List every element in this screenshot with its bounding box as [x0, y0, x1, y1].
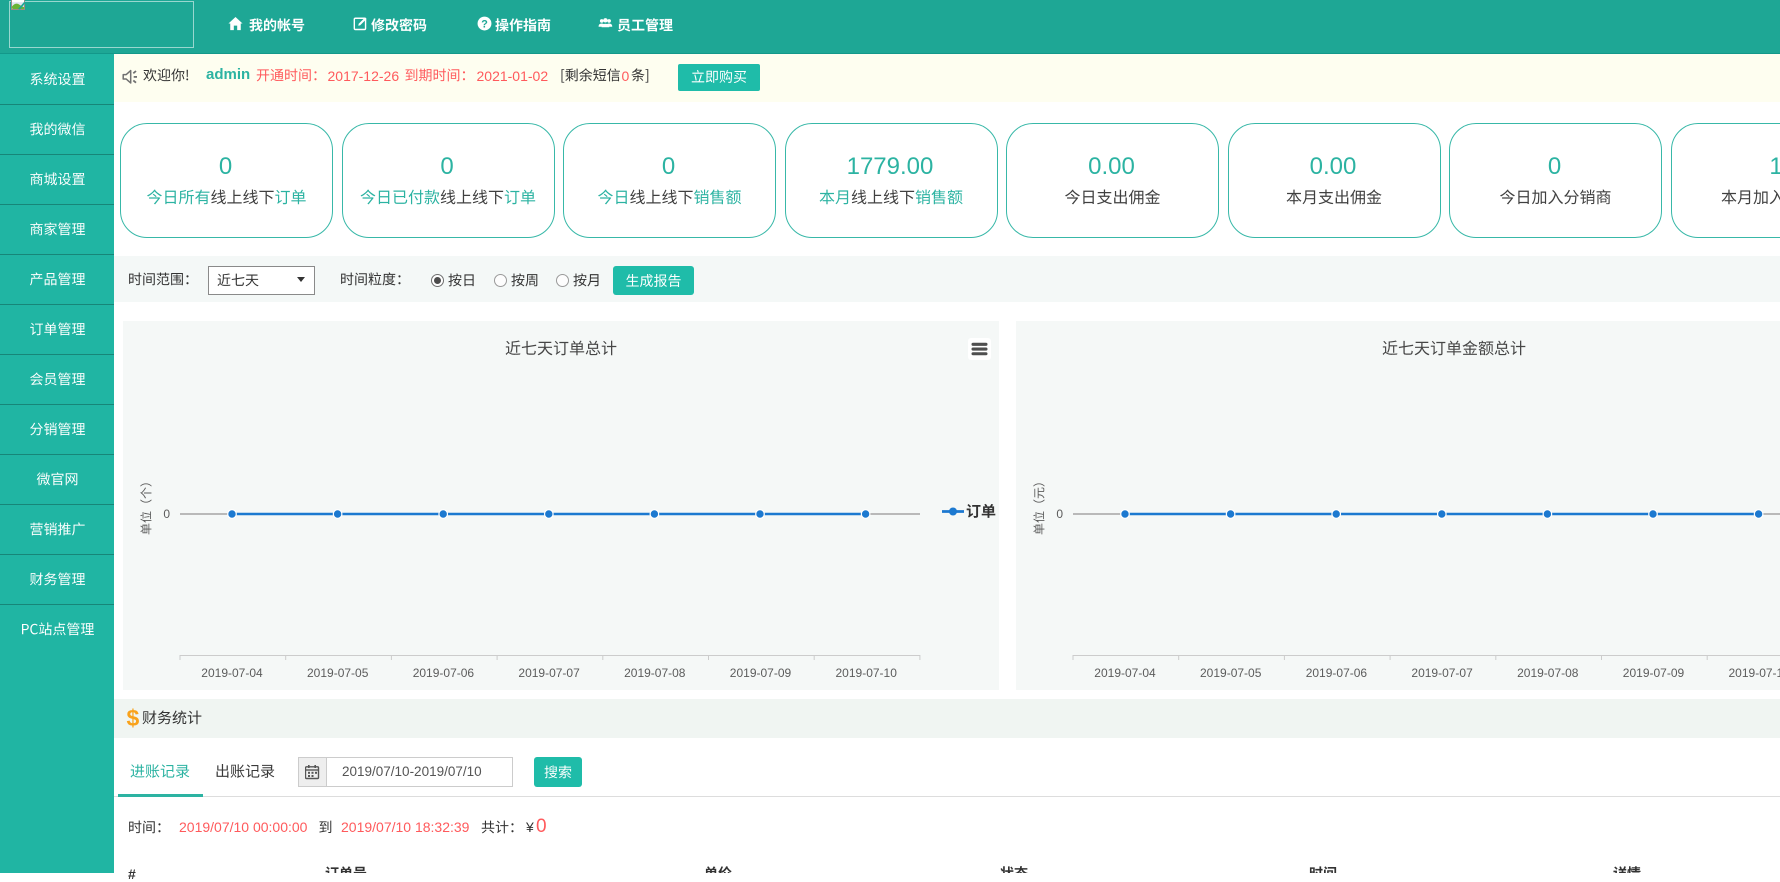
- svg-text:2019-07-10: 2019-07-10: [836, 666, 898, 680]
- svg-text:2019-07-08: 2019-07-08: [1517, 666, 1579, 680]
- svg-text:?: ?: [481, 18, 488, 30]
- svg-text:2019-07-07: 2019-07-07: [1411, 666, 1473, 680]
- svg-text:2019-07-09: 2019-07-09: [1623, 666, 1685, 680]
- svg-text:2019-07-04: 2019-07-04: [201, 666, 263, 680]
- svg-text:2019-07-05: 2019-07-05: [1200, 666, 1262, 680]
- svg-text:2019-07-06: 2019-07-06: [413, 666, 475, 680]
- svg-text:2019-07-06: 2019-07-06: [1306, 666, 1368, 680]
- svg-text:2019-07-10: 2019-07-10: [1729, 666, 1780, 680]
- svg-text:2019-07-09: 2019-07-09: [730, 666, 792, 680]
- svg-text:2019-07-07: 2019-07-07: [518, 666, 580, 680]
- svg-text:2019-07-08: 2019-07-08: [624, 666, 686, 680]
- svg-text:2019-07-04: 2019-07-04: [1094, 666, 1156, 680]
- svg-text:2019-07-05: 2019-07-05: [307, 666, 369, 680]
